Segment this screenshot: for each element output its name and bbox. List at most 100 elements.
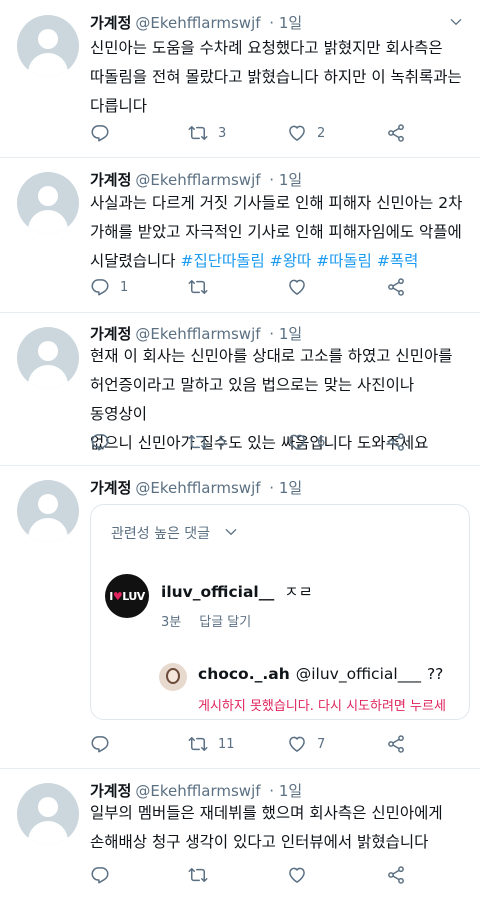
share-button[interactable] <box>386 122 406 144</box>
avatar[interactable] <box>17 15 79 77</box>
retweet-icon <box>188 865 208 885</box>
tweet-line: 신민아는 도움을 수차례 요청했다고 밝혔지만 회사측은 <box>90 39 443 57</box>
heart-icon <box>287 123 307 143</box>
avatar[interactable] <box>159 663 187 691</box>
author-name[interactable]: 가계정 <box>90 325 131 343</box>
post-error-message[interactable]: 게시하지 못했습니다. 다시 시도하려면 누르세 <box>198 695 446 714</box>
avatar[interactable] <box>17 172 79 234</box>
tweet-time[interactable]: · 1일 <box>269 782 302 800</box>
tweet-actions <box>90 864 420 886</box>
like-count: 6 <box>317 434 326 450</box>
avatar[interactable] <box>17 480 79 542</box>
reply-button[interactable]: 1 <box>90 276 128 298</box>
share-icon <box>386 123 406 143</box>
reply-button[interactable] <box>90 864 120 886</box>
tweet-line: 손해배상 청구 생각이 있다고 인터뷰에서 밝혔습니다 <box>90 833 429 851</box>
tweet-time[interactable]: · 1일 <box>269 325 302 343</box>
retweet-count: 11 <box>218 736 235 752</box>
nested-reply-username[interactable]: choco._.ah <box>198 665 290 683</box>
reply-icon <box>90 865 110 885</box>
author-handle[interactable]: @Ekehfflarmswjf <box>135 171 260 189</box>
reply-button[interactable] <box>90 122 120 144</box>
tweet[interactable]: 가계정 @Ekehfflarmswjf · 1일 신민아는 도움을 수차례 요청했… <box>0 0 480 158</box>
tweet-actions: 11 7 <box>90 733 420 755</box>
share-button[interactable] <box>386 864 406 886</box>
tweet-header: 가계정 @Ekehfflarmswjf · 1일 <box>90 12 302 34</box>
tweet-line: 다릅니다 <box>90 97 148 115</box>
tweet-line: 따돌림을 전혀 몰랐다고 밝혔습니다 하지만 이 녹취록과는 <box>90 68 462 86</box>
share-icon <box>386 432 406 452</box>
like-button[interactable]: 7 <box>287 733 325 755</box>
tweet-time[interactable]: · 1일 <box>269 171 302 189</box>
tweet-text: 일부의 멤버들은 재데뷔를 했으며 회사측은 신민아에게 손해배상 청구 생각이… <box>90 799 465 857</box>
share-button[interactable] <box>386 733 406 755</box>
card-title[interactable]: 관련성 높은 댓글 <box>111 523 210 543</box>
tweet[interactable]: 가계정 @Ekehfflarmswjf · 1일 현재 이 회사는 신민아를 상대… <box>0 312 480 466</box>
tweet[interactable]: 가계정 @Ekehfflarmswjf · 1일 사실과는 다르게 거짓 기사들로… <box>0 157 480 313</box>
author-handle[interactable]: @Ekehfflarmswjf <box>135 325 260 343</box>
hashtags[interactable]: #집단따돌림 #왕따 #따돌림 #폭력 <box>181 252 419 270</box>
heart-icon <box>287 277 307 297</box>
author-handle[interactable]: @Ekehfflarmswjf <box>135 14 260 32</box>
author-name[interactable]: 가계정 <box>90 14 131 32</box>
reply-icon <box>90 123 110 143</box>
retweet-button[interactable] <box>188 276 218 298</box>
tweet[interactable]: 가계정 @Ekehfflarmswjf · 1일 일부의 멤버들은 재데뷔를 했으… <box>0 768 480 899</box>
iluv-logo[interactable]: I ♥ LUV <box>105 574 149 618</box>
tweet-actions: 3 2 <box>90 122 420 144</box>
share-icon <box>386 277 406 297</box>
chevron-down-icon[interactable] <box>448 14 464 30</box>
nested-reply-text: ?? <box>426 665 444 683</box>
share-button[interactable] <box>386 431 406 453</box>
retweet-button[interactable]: 5 <box>188 431 226 453</box>
like-button[interactable] <box>287 276 317 298</box>
reply-text: ㅈㄹ <box>284 583 313 601</box>
reply-meta: 3분 답글 달기 <box>161 611 251 630</box>
tweet-line: 가해를 받았고 자극적인 기사로 인해 피해자임에도 악플에 <box>90 223 462 241</box>
tweet-text-fragment: 시달렸습니다 <box>90 252 181 270</box>
reply-action-button[interactable]: 답글 달기 <box>199 615 251 630</box>
tweet-line: 시달렸습니다 #집단따돌림 #왕따 #따돌림 #폭력 <box>90 247 465 276</box>
tweet-time[interactable]: · 1일 <box>269 479 302 497</box>
tweet-actions: 1 <box>90 276 420 298</box>
tweet-time[interactable]: · 1일 <box>269 14 302 32</box>
retweet-icon <box>188 734 208 754</box>
author-handle[interactable]: @Ekehfflarmswjf <box>135 479 260 497</box>
reply-username[interactable]: iluv_official__ <box>161 583 274 601</box>
tweet-text: 사실과는 다르게 거짓 기사들로 인해 피해자 신민아는 2차 가해를 받았고 … <box>90 189 465 276</box>
tweet-header: 가계정 @Ekehfflarmswjf · 1일 <box>90 169 302 191</box>
heart-icon <box>287 865 307 885</box>
retweet-icon <box>188 277 208 297</box>
author-name[interactable]: 가계정 <box>90 782 131 800</box>
reply-button[interactable] <box>90 431 120 453</box>
author-name[interactable]: 가계정 <box>90 171 131 189</box>
like-button[interactable]: 6 <box>287 431 325 453</box>
retweet-count: 5 <box>218 434 227 450</box>
mention-link[interactable]: @iluv_official___ <box>296 665 421 683</box>
like-button[interactable] <box>287 864 317 886</box>
tweet-actions: 5 6 <box>90 431 420 453</box>
reply-time: 3분 <box>161 615 182 630</box>
relevant-reply-card[interactable]: 관련성 높은 댓글 I ♥ LUV iluv_official__ ㅈㄹ 3분 답글 달… <box>90 504 470 720</box>
retweet-button[interactable] <box>188 864 218 886</box>
like-button[interactable]: 2 <box>287 122 325 144</box>
share-icon <box>386 865 406 885</box>
retweet-button[interactable]: 11 <box>188 733 235 755</box>
like-count: 2 <box>317 125 326 141</box>
tweet-header: 가계정 @Ekehfflarmswjf · 1일 <box>90 477 302 499</box>
retweet-button[interactable]: 3 <box>188 122 226 144</box>
tweet-text: 신민아는 도움을 수차례 요청했다고 밝혔지만 회사측은 따돌림을 전혀 몰랐다… <box>90 34 465 121</box>
avatar[interactable] <box>17 327 79 389</box>
heart-icon <box>287 432 307 452</box>
author-handle[interactable]: @Ekehfflarmswjf <box>135 782 260 800</box>
reply-count: 1 <box>120 279 129 295</box>
tweet-line: 일부의 멤버들은 재데뷔를 했으며 회사측은 신민아에게 <box>90 804 443 822</box>
reply-icon <box>90 734 110 754</box>
chevron-down-icon[interactable] <box>223 524 239 540</box>
tweet-line: 현재 이 회사는 신민아를 상대로 고소를 하였고 신민아를 <box>90 347 453 365</box>
author-name[interactable]: 가계정 <box>90 479 131 497</box>
reply-button[interactable] <box>90 733 120 755</box>
avatar[interactable] <box>17 783 79 845</box>
share-icon <box>386 734 406 754</box>
share-button[interactable] <box>386 276 406 298</box>
